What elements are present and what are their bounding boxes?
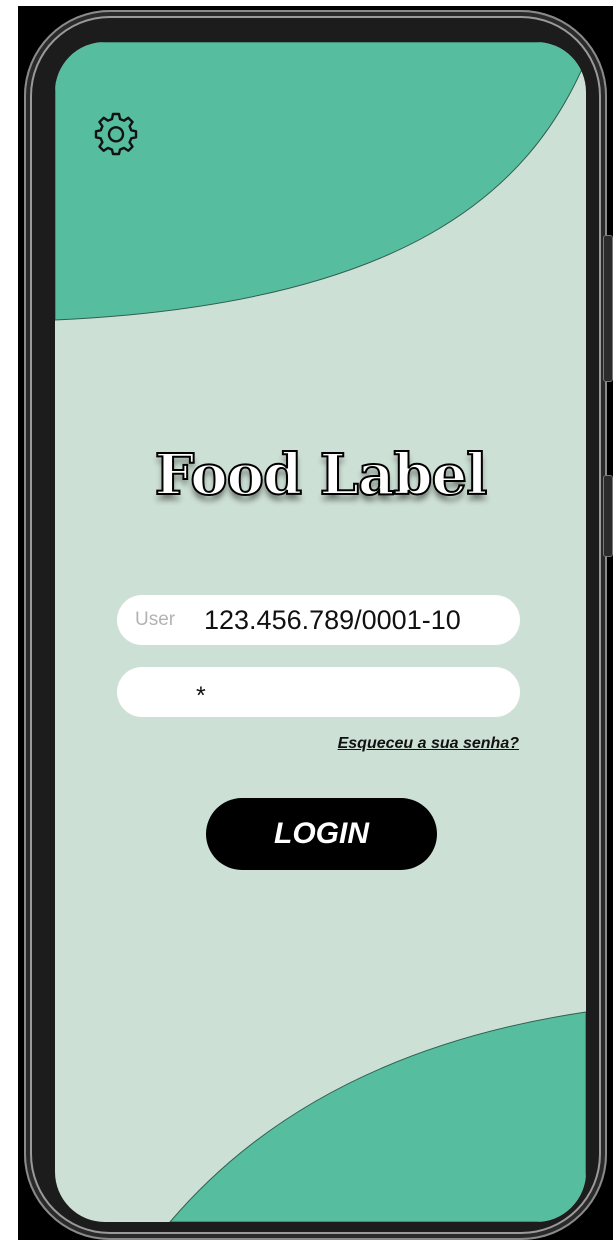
login-button[interactable]: LOGIN <box>206 798 437 870</box>
volume-button <box>603 235 613 382</box>
password-input[interactable]: * <box>117 667 520 717</box>
app-title: Food Label <box>154 441 489 509</box>
forgot-password-link[interactable]: Esqueceu a sua senha? <box>338 735 519 753</box>
top-accent-shape <box>55 42 586 321</box>
bottom-accent-shape <box>169 1011 586 1222</box>
user-input[interactable]: User 123.456.789/0001-10 <box>117 595 520 645</box>
user-label: User <box>135 609 176 630</box>
app-screen: Food Label User 123.456.789/0001-10 * Es… <box>55 42 586 1222</box>
password-value: * <box>196 682 206 710</box>
gear-icon[interactable] <box>91 108 141 158</box>
power-button <box>603 475 613 557</box>
user-value: 123.456.789/0001-10 <box>204 605 461 635</box>
device-canvas: Food Label User 123.456.789/0001-10 * Es… <box>0 0 613 1248</box>
